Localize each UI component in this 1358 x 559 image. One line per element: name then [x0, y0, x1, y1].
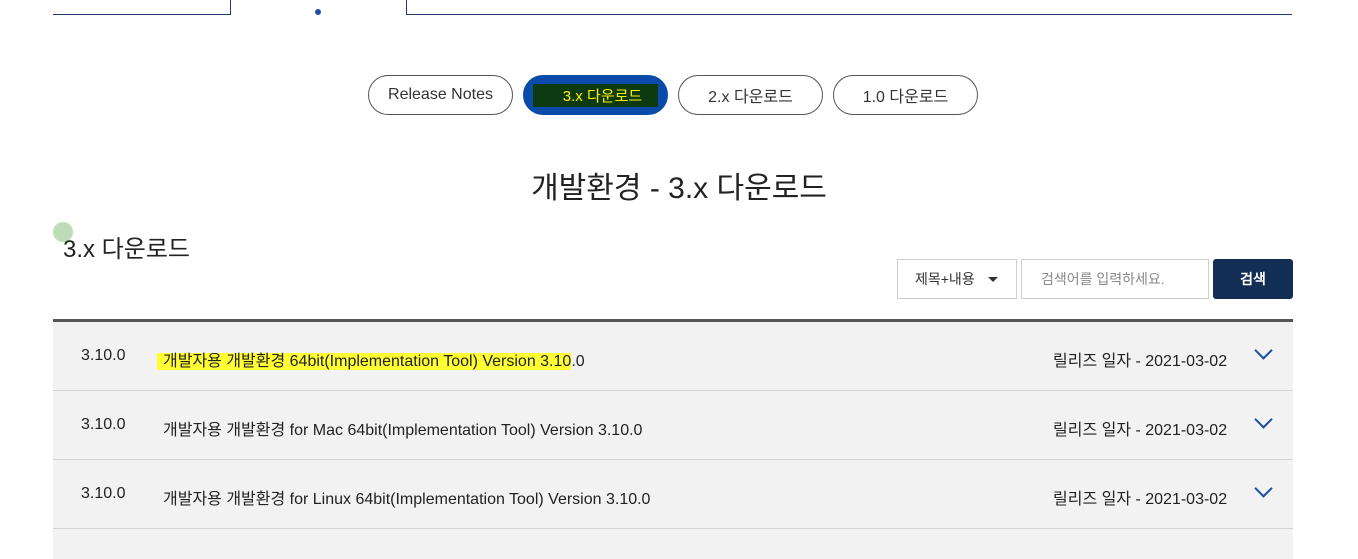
- search-input[interactable]: [1021, 259, 1209, 299]
- item-title[interactable]: 개발자용 개발환경 for Linux 64bit(Implementation…: [163, 485, 650, 509]
- item-title[interactable]: 개발자용 개발환경 64bit(Implementation Tool) Ver…: [157, 347, 585, 371]
- chevron-down-icon[interactable]: [1254, 341, 1273, 360]
- release-date: 릴리즈 일자 - 2021-03-02: [1053, 491, 1228, 508]
- version-label: 3.10.0: [81, 485, 126, 502]
- caret-down-icon: [988, 277, 998, 282]
- tab-label: 2.x 다운로드: [708, 89, 793, 106]
- top-tab-border: [230, 0, 231, 15]
- tab-1-0-download[interactable]: 1.0 다운로드: [833, 75, 978, 115]
- tab-label: 3.x 다운로드: [532, 83, 659, 107]
- tab-2x-download[interactable]: 2.x 다운로드: [678, 75, 823, 115]
- tab-release-notes[interactable]: Release Notes: [368, 75, 513, 115]
- chevron-down-icon[interactable]: [1254, 479, 1273, 498]
- chevron-down-icon[interactable]: [1254, 410, 1273, 429]
- release-date: 릴리즈 일자 - 2021-03-02: [1053, 353, 1228, 370]
- active-tab-indicator-dot: [315, 9, 321, 15]
- section-title: 3.x 다운로드: [63, 236, 191, 263]
- list-item[interactable]: 3.10.0 개발자용 개발환경 for Mac 64bit(Implement…: [53, 391, 1293, 460]
- item-title[interactable]: 개발자용 개발환경 for Mac 64bit(Implementation T…: [163, 416, 642, 440]
- top-tab-divider: [406, 14, 1292, 15]
- tab-3x-download[interactable]: 3.x 다운로드: [523, 75, 668, 115]
- version-label: 3.10.0: [81, 347, 126, 364]
- version-label: 3.10.0: [81, 416, 126, 433]
- download-list: 3.10.0 개발자용 개발환경 64bit(Implementation To…: [53, 319, 1293, 559]
- item-title-rest: .0: [571, 353, 585, 370]
- list-item[interactable]: 3.10.0 개발자용 개발환경 for Linux 64bit(Impleme…: [53, 460, 1293, 529]
- page-title: 개발환경 - 3.x 다운로드: [531, 172, 827, 205]
- list-item[interactable]: [53, 529, 1293, 559]
- search-category-select[interactable]: 제목+내용: [897, 259, 1017, 299]
- top-tab-divider: [53, 14, 231, 15]
- tab-label: Release Notes: [388, 86, 493, 103]
- top-tab-border: [406, 0, 407, 15]
- select-value: 제목+내용: [915, 271, 975, 287]
- item-title-highlight: 개발자용 개발환경 64bit(Implementation Tool) Ver…: [157, 353, 572, 370]
- search-button[interactable]: 검색: [1213, 259, 1293, 299]
- list-item[interactable]: 3.10.0 개발자용 개발환경 64bit(Implementation To…: [53, 322, 1293, 391]
- tab-label: 1.0 다운로드: [862, 89, 949, 106]
- release-date: 릴리즈 일자 - 2021-03-02: [1053, 422, 1228, 439]
